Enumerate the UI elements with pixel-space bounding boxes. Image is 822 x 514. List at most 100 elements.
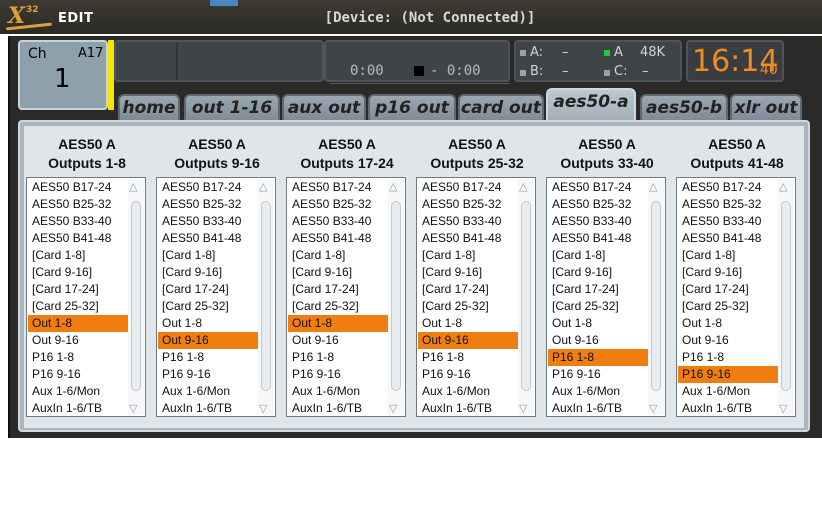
list-item[interactable]: Out 1-8 (28, 315, 128, 332)
list-item[interactable]: AES50 B25-32 (158, 196, 258, 213)
list-item[interactable]: P16 1-8 (288, 349, 388, 366)
scroll-down-icon[interactable]: ▽ (259, 402, 267, 415)
list-item[interactable]: P16 1-8 (548, 349, 648, 366)
tab-aes50-b[interactable]: aes50-b (640, 94, 728, 120)
list-item[interactable]: Out 1-8 (158, 315, 258, 332)
source-listbox[interactable]: AES50 B17-24 AES50 B25-32 AES50 B33-40 AES5… (286, 177, 406, 417)
tab-card-out[interactable]: card out (458, 94, 544, 120)
list-item[interactable]: P16 1-8 (418, 349, 518, 366)
list-item[interactable]: AES50 B17-24 (288, 179, 388, 196)
list-item[interactable]: AES50 B41-48 (418, 230, 518, 247)
list-item[interactable]: [Card 9-16] (158, 264, 258, 281)
list-item[interactable]: [Card 25-32] (418, 298, 518, 315)
list-item[interactable]: AES50 B41-48 (678, 230, 778, 247)
source-listbox[interactable]: AES50 B17-24 AES50 B25-32 AES50 B33-40 AES5… (676, 177, 796, 417)
list-item[interactable]: AES50 B41-48 (28, 230, 128, 247)
list-item[interactable]: [Card 1-8] (288, 247, 388, 264)
list-item[interactable]: AES50 B17-24 (678, 179, 778, 196)
list-item[interactable]: [Card 25-32] (28, 298, 128, 315)
list-item[interactable]: Out 9-16 (678, 332, 778, 349)
list-item[interactable]: [Card 1-8] (28, 247, 128, 264)
list-item[interactable]: AuxIn 1-6/TB (288, 400, 388, 417)
scroll-thumb[interactable] (521, 201, 531, 391)
list-item[interactable]: AES50 B25-32 (418, 196, 518, 213)
channel-selector[interactable]: Ch A17 1 (18, 40, 108, 110)
scroll-down-icon[interactable]: ▽ (779, 402, 787, 415)
list-item[interactable]: [Card 25-32] (678, 298, 778, 315)
list-item[interactable]: P16 9-16 (288, 366, 388, 383)
list-item[interactable]: AES50 B33-40 (548, 213, 648, 230)
list-item[interactable]: [Card 1-8] (678, 247, 778, 264)
list-item[interactable]: Aux 1-6/Mon (418, 383, 518, 400)
scroll-up-icon[interactable]: △ (389, 180, 397, 193)
scrollbar[interactable]: △ ▽ (648, 179, 664, 415)
list-item[interactable]: AES50 B17-24 (158, 179, 258, 196)
list-item[interactable]: AES50 B25-32 (288, 196, 388, 213)
list-item[interactable]: [Card 17-24] (288, 281, 388, 298)
list-item[interactable]: [Card 9-16] (28, 264, 128, 281)
source-listbox[interactable]: AES50 B17-24 AES50 B25-32 AES50 B33-40 AES5… (156, 177, 276, 417)
list-item[interactable]: AES50 B25-32 (678, 196, 778, 213)
list-item[interactable]: [Card 17-24] (678, 281, 778, 298)
list-item[interactable]: P16 9-16 (158, 366, 258, 383)
scrollbar[interactable]: △ ▽ (518, 179, 534, 415)
list-item[interactable]: AES50 B33-40 (288, 213, 388, 230)
list-item[interactable]: Out 1-8 (288, 315, 388, 332)
list-item[interactable]: Out 9-16 (28, 332, 128, 349)
list-item[interactable]: AuxIn 1-6/TB (418, 400, 518, 417)
scroll-up-icon[interactable]: △ (649, 180, 657, 193)
list-item[interactable]: P16 9-16 (418, 366, 518, 383)
list-item[interactable]: AES50 B25-32 (28, 196, 128, 213)
list-item[interactable]: AES50 B17-24 (418, 179, 518, 196)
list-item[interactable]: Aux 1-6/Mon (678, 383, 778, 400)
scroll-down-icon[interactable]: ▽ (649, 402, 657, 415)
scroll-thumb[interactable] (781, 201, 791, 391)
list-item[interactable]: P16 1-8 (28, 349, 128, 366)
list-item[interactable]: Out 1-8 (678, 315, 778, 332)
list-item[interactable]: [Card 9-16] (678, 264, 778, 281)
list-item[interactable]: Out 9-16 (418, 332, 518, 349)
list-item[interactable]: Aux 1-6/Mon (28, 383, 128, 400)
scroll-down-icon[interactable]: ▽ (129, 402, 137, 415)
list-item[interactable]: [Card 1-8] (548, 247, 648, 264)
list-item[interactable]: AES50 B41-48 (548, 230, 648, 247)
scroll-thumb[interactable] (261, 201, 271, 391)
list-item[interactable]: Out 1-8 (418, 315, 518, 332)
list-item[interactable]: [Card 25-32] (288, 298, 388, 315)
list-item[interactable]: [Card 17-24] (28, 281, 128, 298)
list-item[interactable]: [Card 9-16] (288, 264, 388, 281)
list-item[interactable]: AES50 B17-24 (548, 179, 648, 196)
scroll-up-icon[interactable]: △ (519, 180, 527, 193)
list-item[interactable]: AES50 B33-40 (28, 213, 128, 230)
source-listbox[interactable]: AES50 B17-24 AES50 B25-32 AES50 B33-40 AES5… (416, 177, 536, 417)
scroll-thumb[interactable] (131, 201, 141, 391)
list-item[interactable]: AES50 B33-40 (158, 213, 258, 230)
tab-aux-out[interactable]: aux out (282, 94, 366, 120)
list-item[interactable]: AES50 B41-48 (288, 230, 388, 247)
source-listbox[interactable]: AES50 B17-24 AES50 B25-32 AES50 B33-40 AES5… (26, 177, 146, 417)
list-item[interactable]: [Card 9-16] (548, 264, 648, 281)
list-item[interactable]: Aux 1-6/Mon (158, 383, 258, 400)
scroll-down-icon[interactable]: ▽ (389, 402, 397, 415)
scroll-up-icon[interactable]: △ (779, 180, 787, 193)
list-item[interactable]: [Card 1-8] (158, 247, 258, 264)
list-item[interactable]: [Card 17-24] (158, 281, 258, 298)
list-item[interactable]: AES50 B41-48 (158, 230, 258, 247)
list-item[interactable]: [Card 17-24] (548, 281, 648, 298)
list-item[interactable]: AuxIn 1-6/TB (158, 400, 258, 417)
list-item[interactable]: AuxIn 1-6/TB (678, 400, 778, 417)
list-item[interactable]: P16 1-8 (158, 349, 258, 366)
list-item[interactable]: Out 9-16 (158, 332, 258, 349)
list-item[interactable]: AES50 B25-32 (548, 196, 648, 213)
list-item[interactable]: Out 9-16 (288, 332, 388, 349)
scrollbar[interactable]: △ ▽ (388, 179, 404, 415)
stop-icon[interactable] (414, 66, 424, 76)
list-item[interactable]: [Card 1-8] (418, 247, 518, 264)
list-item[interactable]: [Card 25-32] (158, 298, 258, 315)
list-item[interactable]: [Card 9-16] (418, 264, 518, 281)
scroll-up-icon[interactable]: △ (259, 180, 267, 193)
scroll-up-icon[interactable]: △ (129, 180, 137, 193)
scroll-thumb[interactable] (651, 201, 661, 391)
tab-xlr-out[interactable]: xlr out (730, 94, 802, 120)
list-item[interactable]: Aux 1-6/Mon (288, 383, 388, 400)
